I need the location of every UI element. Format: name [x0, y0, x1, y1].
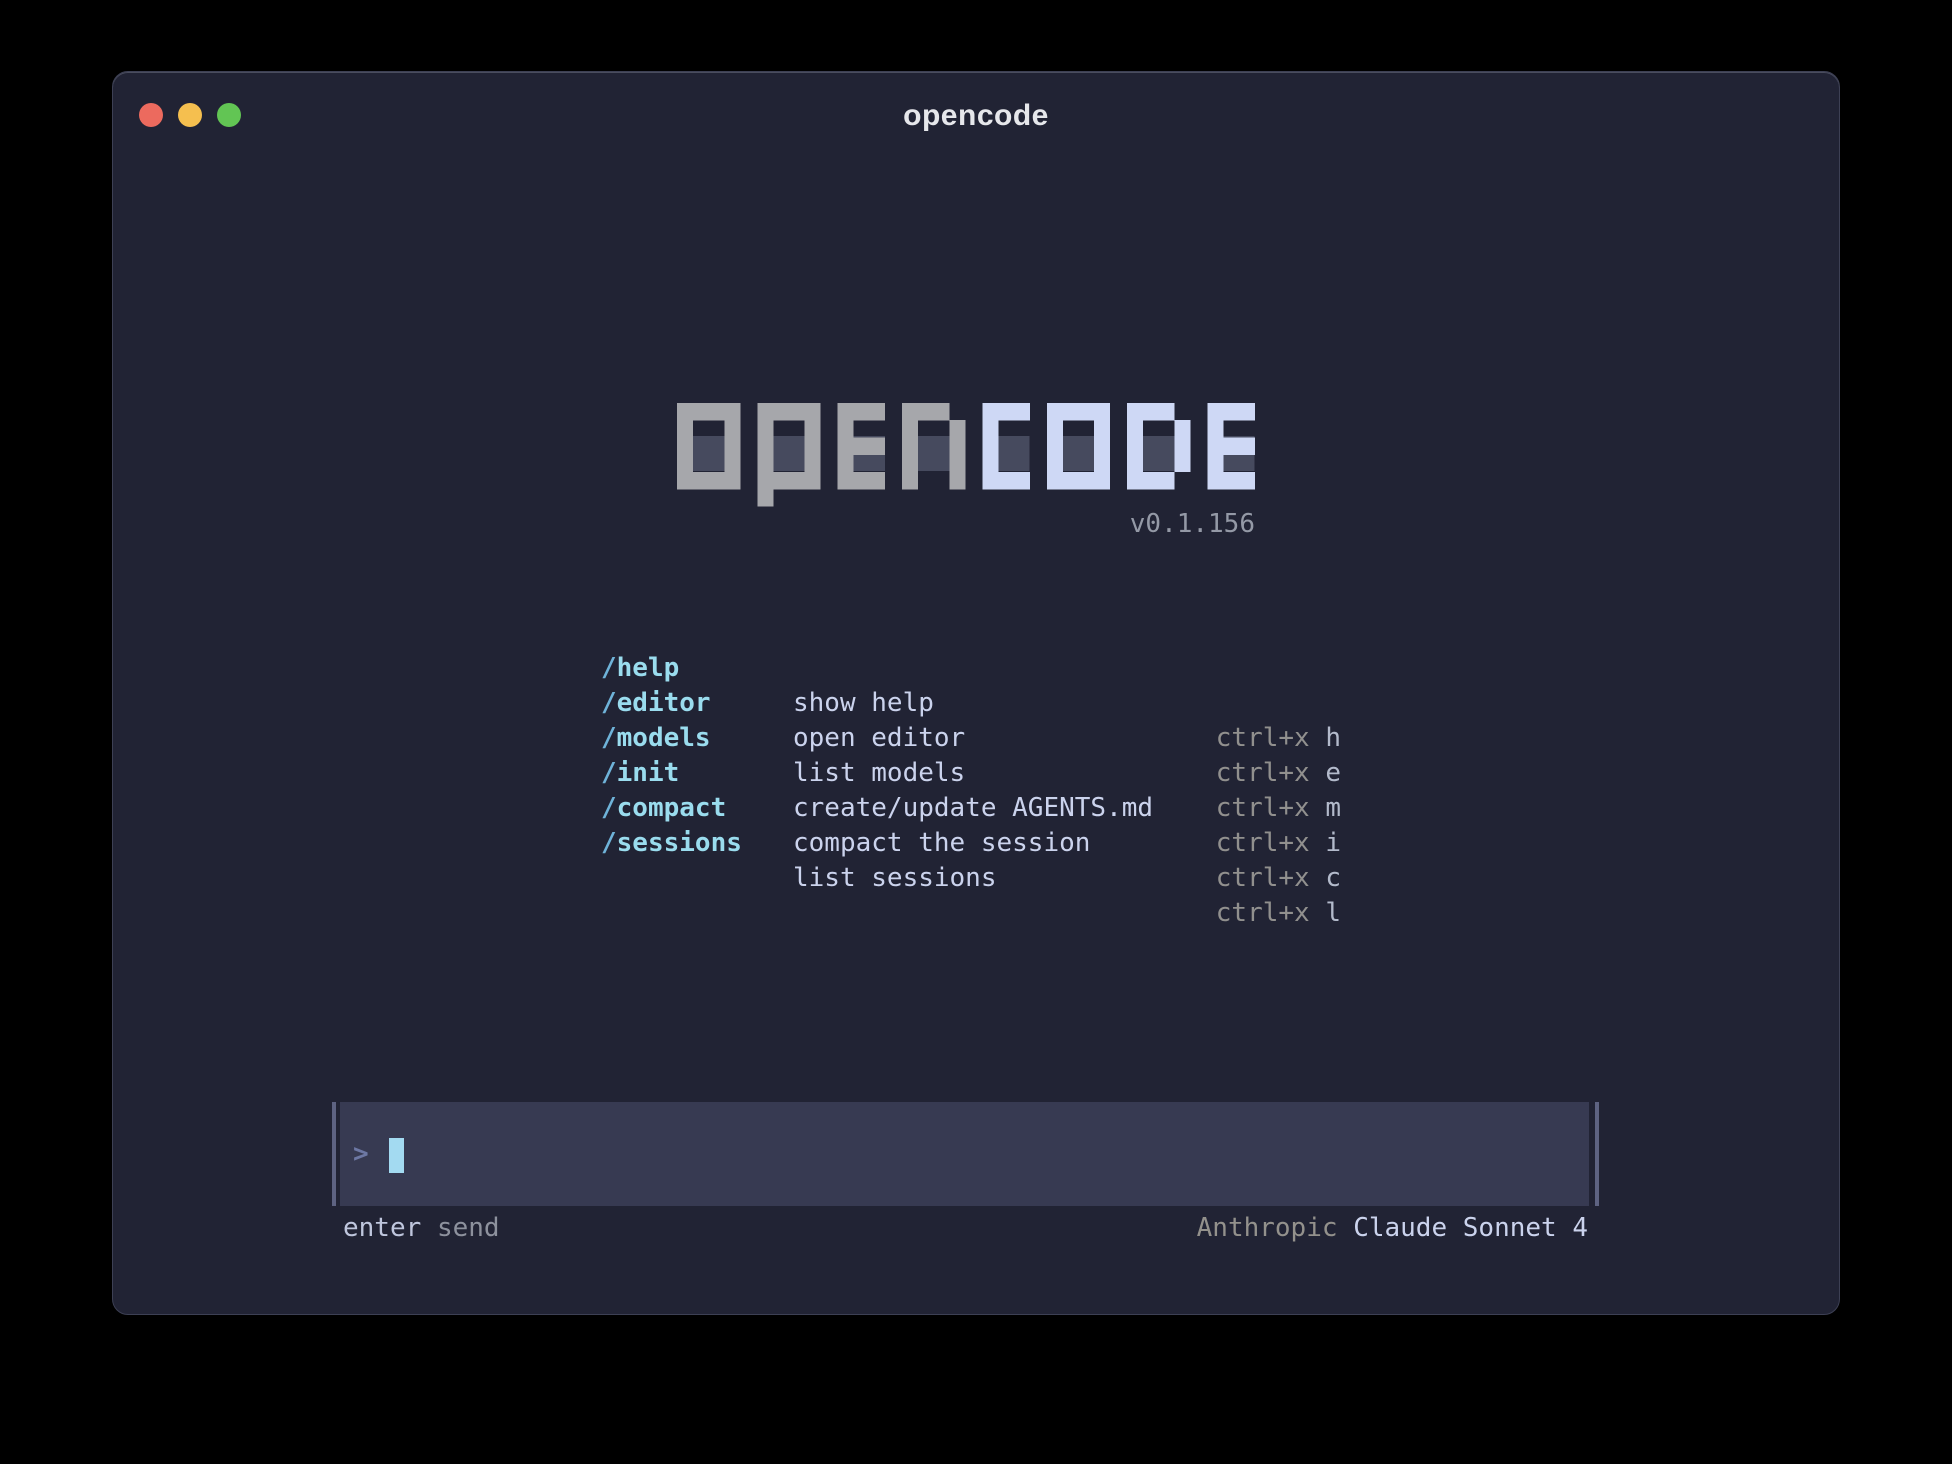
command-slash: / [601, 828, 617, 858]
shortcut-modifier: ctrl+x [1216, 863, 1310, 893]
input-left-edge [332, 1102, 336, 1206]
window-title: opencode [113, 99, 1839, 133]
model-label: Claude Sonnet 4 [1353, 1213, 1588, 1243]
shortcut-key: i [1325, 828, 1341, 858]
window-titlebar[interactable]: opencode [113, 72, 1839, 150]
command-row: /models list models ctrl+x m [601, 686, 1341, 721]
version-label: v0.1.156 [677, 510, 1255, 538]
command-row: /init create/update AGENTS.md ctrl+x i [601, 721, 1341, 756]
shortcut-key: l [1325, 898, 1341, 928]
send-action-label: send [437, 1213, 500, 1243]
command-row: /editor open editor ctrl+x e [601, 651, 1341, 686]
command-shortcut: ctrl+x c [1216, 861, 1341, 896]
command-shortcut: ctrl+x i [1216, 826, 1341, 861]
prompt-symbol: > [353, 1139, 369, 1169]
command-description: compact the session [793, 826, 1090, 861]
command-list: /help show help ctrl+x h /editor open ed… [601, 616, 1341, 826]
provider-label: Anthropic [1197, 1213, 1338, 1243]
enter-key-label: enter [343, 1213, 421, 1243]
shortcut-key: c [1325, 863, 1341, 893]
command-description: list sessions [793, 861, 997, 896]
opencode-terminal-window: opencode v0.1.156 /help show help ctrl+x… [112, 71, 1840, 1315]
command-shortcut: ctrl+x l [1216, 896, 1341, 931]
command-row: /sessions list sessions ctrl+x l [601, 791, 1341, 826]
command-name: /sessions [601, 826, 742, 861]
opencode-logo [677, 403, 1255, 507]
enter-hint: enter send [343, 1213, 500, 1243]
model-indicator[interactable]: Anthropic Claude Sonnet 4 [1197, 1213, 1588, 1243]
command-row: /help show help ctrl+x h [601, 616, 1341, 651]
text-cursor [389, 1138, 404, 1173]
opencode-logo-pixelart [677, 403, 1255, 507]
command-row: /compact compact the session ctrl+x c [601, 756, 1341, 791]
input-right-edge [1595, 1102, 1599, 1206]
status-bar: enter send Anthropic Claude Sonnet 4 [343, 1213, 1588, 1243]
shortcut-modifier: ctrl+x [1216, 898, 1310, 928]
command-word: sessions [617, 828, 742, 858]
message-input[interactable]: > [340, 1102, 1589, 1206]
desktop-background: opencode v0.1.156 /help show help ctrl+x… [0, 0, 1952, 1464]
shortcut-modifier: ctrl+x [1216, 828, 1310, 858]
